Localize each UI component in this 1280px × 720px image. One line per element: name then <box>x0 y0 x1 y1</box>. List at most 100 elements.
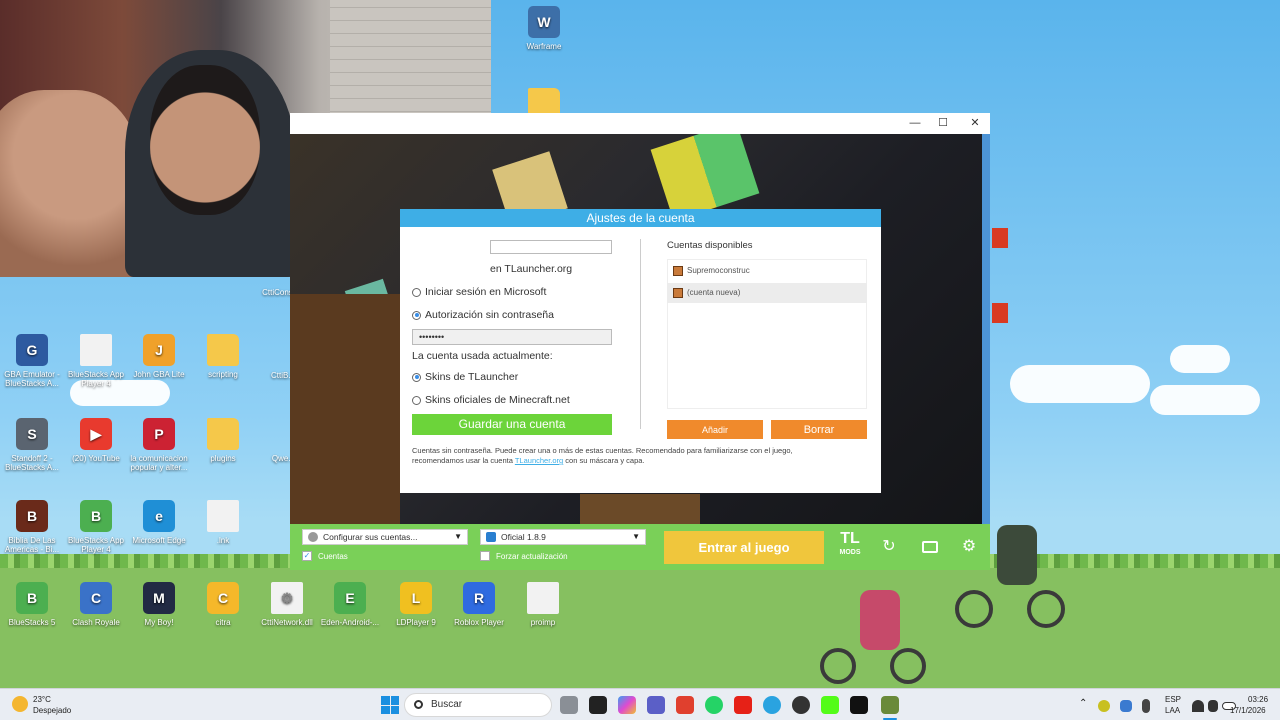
gear-icon[interactable]: ⚙ <box>959 537 979 557</box>
desktop-icon[interactable]: W Warframe <box>512 6 576 51</box>
whatsapp-icon[interactable] <box>705 696 723 714</box>
launcher-bottom-bar: Configurar sus cuentas... ▼ Oficial 1.8.… <box>290 524 990 570</box>
app-icon: P <box>143 418 175 450</box>
account-item-selected[interactable]: (cuenta nueva) <box>667 283 867 303</box>
version-select-label: Oficial 1.8.9 <box>501 532 546 542</box>
desktop-icon-label: Roblox Player <box>454 618 504 627</box>
desktop-icon[interactable]: e Microsoft Edge <box>127 500 191 545</box>
desktop-icon-label: .lnk <box>216 536 230 545</box>
desktop-icon[interactable]: ⚙ CttiNetwork.dll <box>255 582 319 627</box>
minimize-button[interactable]: — <box>900 115 930 132</box>
tlauncher-org-text: en TLauncher.org <box>490 263 573 275</box>
desktop-icon[interactable]: ▶ (20) YouTube <box>64 418 128 463</box>
close-button[interactable]: ✕ <box>960 115 990 132</box>
tlauncher-org-label: en TLauncher.org <box>490 263 572 275</box>
tlauncher-org-link[interactable]: TLauncher.org <box>515 456 563 465</box>
microphone-icon[interactable] <box>1142 699 1150 713</box>
teams-icon[interactable] <box>647 696 665 714</box>
desktop-icon-label: BlueStacks App Player 4 <box>67 370 125 388</box>
account-item[interactable]: Supremoconstruc <box>667 261 867 281</box>
desktop-icon-label: BlueStacks 5 <box>8 618 56 627</box>
desktop-icon[interactable]: M My Boy! <box>127 582 191 627</box>
accounts-checkbox[interactable]: ✓ Cuentas <box>302 551 348 561</box>
copilot-icon[interactable] <box>618 696 636 714</box>
tl-logo-text: TL <box>840 530 860 547</box>
desktop-icon[interactable]: BlueStacks App Player 4 <box>64 334 128 388</box>
weather-widget[interactable]: 23°C Despejado <box>10 693 80 717</box>
tl-logo-subtext: MODS <box>839 549 861 556</box>
tiktok-icon[interactable] <box>850 696 868 714</box>
desktop-icon-partial[interactable]: CttiConst <box>245 288 295 297</box>
search-placeholder: Buscar <box>431 699 463 710</box>
tray-app-icon[interactable] <box>1120 700 1132 712</box>
footer-text: recomendamos usar la cuenta <box>412 456 515 465</box>
tray-app-icon[interactable] <box>1098 700 1110 712</box>
desktop-icon[interactable]: B BlueStacks 5 <box>0 582 64 627</box>
desktop-icon[interactable]: R Roblox Player <box>447 582 511 627</box>
youtube-icon[interactable] <box>734 696 752 714</box>
desktop-icon[interactable]: C Clash Royale <box>64 582 128 627</box>
wifi-icon[interactable] <box>1192 700 1204 712</box>
task-view-icon[interactable] <box>560 696 578 714</box>
add-account-button[interactable]: Añadir <box>667 420 763 439</box>
radio-skins-tlauncher[interactable]: Skins de TLauncher <box>412 371 518 383</box>
start-icon[interactable] <box>381 696 399 714</box>
capcut-icon[interactable] <box>589 696 607 714</box>
desktop-icon[interactable]: proimp <box>511 582 575 627</box>
desktop-icon[interactable]: J John GBA Lite <box>127 334 191 379</box>
play-button[interactable]: Entrar al juego <box>664 531 824 564</box>
kick-icon[interactable] <box>821 696 839 714</box>
current-account-label: La cuenta usada actualmente: <box>412 350 553 362</box>
account-select[interactable]: Configurar sus cuentas... ▼ <box>302 529 468 545</box>
tray-chevron-up-icon[interactable]: ⌃ <box>1079 699 1087 709</box>
account-name: (cuenta nueva) <box>687 288 741 297</box>
app-icon[interactable] <box>676 696 694 714</box>
language-code[interactable]: ESP <box>1165 695 1181 705</box>
password-field[interactable]: •••••••• <box>412 329 612 345</box>
language-layout[interactable]: LAA <box>1165 706 1180 716</box>
radio-skins-official[interactable]: Skins oficiales de Minecraft.net <box>412 394 570 406</box>
radio-microsoft[interactable]: Iniciar sesión en Microsoft <box>412 286 546 298</box>
radio-no-password[interactable]: Autorización sin contraseña <box>412 309 554 321</box>
desktop-icon[interactable]: B Biblia De Las Americas - Bi... <box>0 500 64 554</box>
desktop-icon[interactable]: .lnk <box>191 500 255 545</box>
delete-account-button[interactable]: Borrar <box>771 420 867 439</box>
desktop-icon[interactable]: G GBA Emulator - BlueStacks A... <box>0 334 64 388</box>
desktop-icon[interactable]: S Standoff 2 - BlueStacks A... <box>0 418 64 472</box>
desktop-icon-label: BlueStacks App Player 4 <box>67 536 125 554</box>
tl-mods-button[interactable]: TL MODS <box>836 530 864 562</box>
desktop-icon[interactable]: plugins <box>191 418 255 463</box>
minecraft-icon[interactable] <box>881 696 899 714</box>
desktop-icon[interactable]: Ccitra <box>191 582 255 627</box>
desktop-icon-label: Biblia De Las Americas - Bi... <box>4 536 60 554</box>
desktop-icon-partial[interactable]: CttiB... <box>255 371 295 380</box>
cyclist-sprite-icon <box>820 590 930 685</box>
clock-time[interactable]: 03:26 <box>1248 695 1268 705</box>
desktop-icon[interactable]: Pla comunicacion popular y alter... <box>127 418 191 472</box>
account-name: Supremoconstruc <box>687 266 750 275</box>
telegram-icon[interactable] <box>763 696 781 714</box>
taskbar-search[interactable]: Buscar <box>404 693 552 717</box>
clock-date[interactable]: 17/1/2026 <box>1230 706 1266 716</box>
github-icon[interactable] <box>792 696 810 714</box>
app-icon: M <box>143 582 175 614</box>
desktop-icon-label: plugins <box>210 454 236 463</box>
app-icon: ▶ <box>80 418 112 450</box>
username-field[interactable] <box>490 240 612 254</box>
volume-icon[interactable] <box>1208 700 1218 712</box>
footer-line: Cuentas sin contraseña. Puede crear una … <box>412 446 793 455</box>
desktop-icon-label: CttiNetwork.dll <box>261 618 313 627</box>
maximize-button[interactable]: ☐ <box>928 115 958 132</box>
version-select[interactable]: Oficial 1.8.9 ▼ <box>480 529 646 545</box>
taskbar: 23°C Despejado Buscar ⌃ ESP LAA 03:26 17… <box>0 688 1280 720</box>
desktop-icon[interactable]: scripting <box>191 334 255 379</box>
desktop-icon[interactable]: E Eden-Android-... <box>318 582 382 627</box>
force-update-checkbox[interactable]: Forzar actualización <box>480 551 568 561</box>
save-account-button[interactable]: Guardar una cuenta <box>412 414 612 435</box>
folder-icon[interactable] <box>920 537 940 557</box>
radio-skins-tl-label: Skins de TLauncher <box>425 371 519 383</box>
desktop-icon[interactable]: L LDPlayer 9 <box>384 582 448 627</box>
refresh-icon[interactable]: ↻ <box>879 537 899 557</box>
desktop-icon-partial[interactable]: Qwe... <box>255 454 295 463</box>
desktop-icon[interactable]: B BlueStacks App Player 4 <box>64 500 128 554</box>
